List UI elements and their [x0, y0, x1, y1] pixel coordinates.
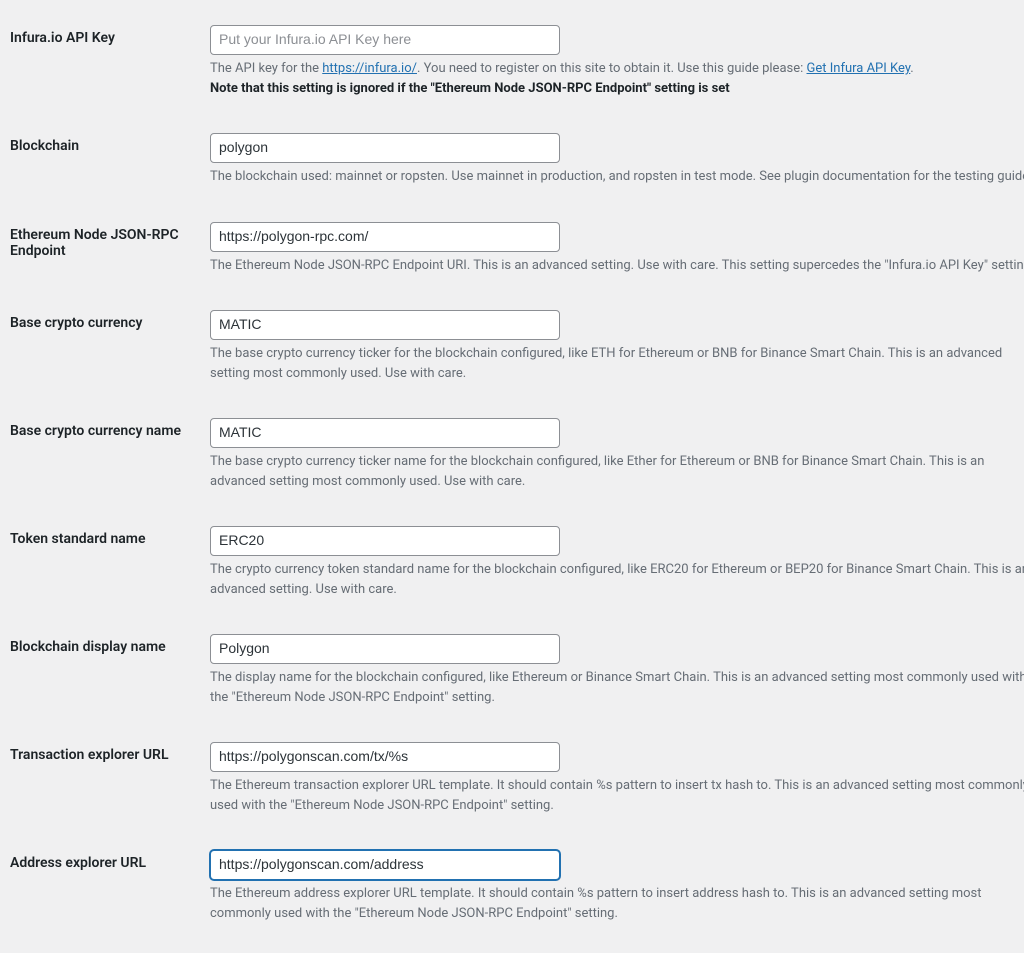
- desc-infura: The API key for the https://infura.io/. …: [210, 59, 1024, 98]
- label-infura: Infura.io API Key: [10, 10, 210, 118]
- desc-displayname: The display name for the blockchain conf…: [210, 668, 1024, 707]
- row-basecrypto: Base crypto currency The base crypto cur…: [10, 295, 1024, 403]
- link-infura-site[interactable]: https://infura.io/: [322, 61, 417, 76]
- input-blockchain[interactable]: [210, 133, 560, 163]
- row-basecryptoname: Base crypto currency name The base crypt…: [10, 403, 1024, 511]
- desc-addrexplorer: The Ethereum address explorer URL templa…: [210, 884, 1024, 923]
- desc-txexplorer: The Ethereum transaction explorer URL te…: [210, 776, 1024, 815]
- desc-tokenstandard: The crypto currency token standard name …: [210, 560, 1024, 599]
- label-endpoint: Ethereum Node JSON-RPC Endpoint: [10, 207, 210, 296]
- link-infura-guide[interactable]: Get Infura API Key: [807, 61, 911, 76]
- label-addrexplorer: Address explorer URL: [10, 835, 210, 943]
- row-tokenstandard: Token standard name The crypto currency …: [10, 511, 1024, 619]
- row-displayname: Blockchain display name The display name…: [10, 619, 1024, 727]
- settings-table: Infura.io API Key The API key for the ht…: [10, 10, 1024, 943]
- input-displayname[interactable]: [210, 634, 560, 664]
- row-addrexplorer: Address explorer URL The Ethereum addres…: [10, 835, 1024, 943]
- desc-basecryptoname: The base crypto currency ticker name for…: [210, 452, 1024, 491]
- input-addrexplorer[interactable]: [210, 850, 560, 880]
- row-blockchain: Blockchain The blockchain used: mainnet …: [10, 118, 1024, 207]
- desc-basecrypto: The base crypto currency ticker for the …: [210, 344, 1024, 383]
- label-displayname: Blockchain display name: [10, 619, 210, 727]
- desc-blockchain: The blockchain used: mainnet or ropsten.…: [210, 167, 1024, 187]
- desc-endpoint: The Ethereum Node JSON-RPC Endpoint URI.…: [210, 256, 1024, 276]
- note-infura: Note that this setting is ignored if the…: [210, 81, 730, 96]
- label-blockchain: Blockchain: [10, 118, 210, 207]
- label-basecrypto: Base crypto currency: [10, 295, 210, 403]
- row-endpoint: Ethereum Node JSON-RPC Endpoint The Ethe…: [10, 207, 1024, 296]
- input-infura[interactable]: [210, 25, 560, 55]
- input-basecryptoname[interactable]: [210, 418, 560, 448]
- input-endpoint[interactable]: [210, 222, 560, 252]
- input-tokenstandard[interactable]: [210, 526, 560, 556]
- input-basecrypto[interactable]: [210, 310, 560, 340]
- label-tokenstandard: Token standard name: [10, 511, 210, 619]
- row-infura: Infura.io API Key The API key for the ht…: [10, 10, 1024, 118]
- label-basecryptoname: Base crypto currency name: [10, 403, 210, 511]
- input-txexplorer[interactable]: [210, 742, 560, 772]
